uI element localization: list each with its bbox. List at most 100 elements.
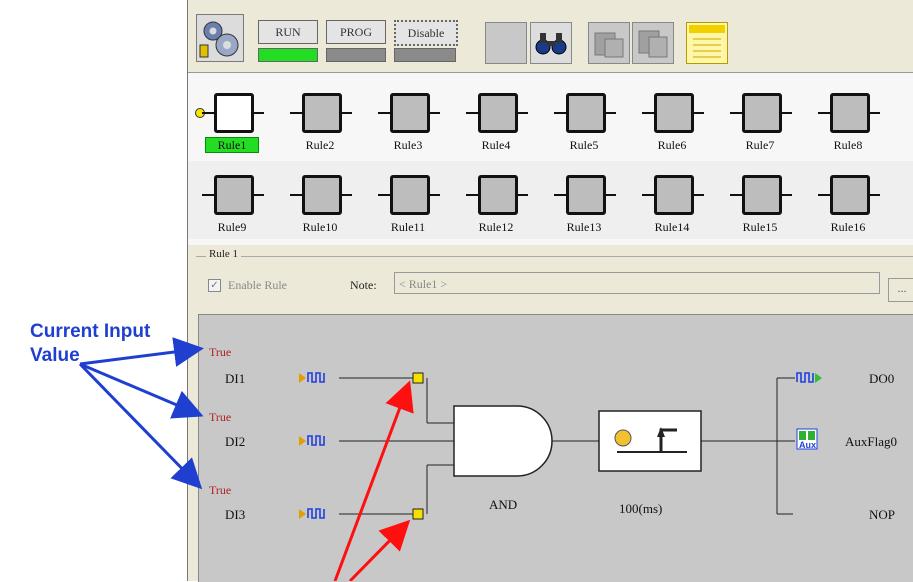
rule-label: Rule14 bbox=[654, 220, 690, 234]
rule-input-line bbox=[554, 112, 566, 114]
rule-box-icon bbox=[830, 93, 870, 133]
rule-box-icon bbox=[390, 175, 430, 215]
rule-input-line bbox=[642, 112, 654, 114]
notepad-icon[interactable] bbox=[686, 22, 728, 64]
rule-tile[interactable]: Rule8 bbox=[804, 81, 892, 159]
binoculars-icon[interactable] bbox=[530, 22, 572, 64]
run-button[interactable]: RUN bbox=[258, 20, 318, 44]
rule-label: Rule5 bbox=[569, 138, 599, 152]
rule-tile[interactable]: Rule4 bbox=[452, 81, 540, 159]
rule-output-line bbox=[868, 194, 880, 196]
input-name-di1: DI1 bbox=[225, 371, 246, 386]
rule-tile[interactable]: Rule13 bbox=[540, 163, 628, 241]
rule-box-icon bbox=[214, 175, 254, 215]
disable-button[interactable]: Disable bbox=[394, 20, 458, 46]
rule-output-line bbox=[604, 194, 616, 196]
rule-label: Rule3 bbox=[393, 138, 423, 152]
rule-box-icon bbox=[742, 175, 782, 215]
rule-label: Rule4 bbox=[481, 138, 511, 152]
rule-output-line bbox=[604, 112, 616, 114]
rule-box-icon bbox=[742, 93, 782, 133]
rule-input-line bbox=[730, 112, 742, 114]
blank-square-icon[interactable] bbox=[485, 22, 527, 64]
output-nop: NOP bbox=[869, 507, 896, 522]
input-value-di1: True bbox=[209, 345, 232, 359]
rule-tile[interactable]: Rule9 bbox=[188, 163, 276, 241]
rule-box-icon bbox=[566, 175, 606, 215]
rule-tile[interactable]: Rule10 bbox=[276, 163, 364, 241]
rule-box-icon bbox=[566, 93, 606, 133]
enable-rule-checkbox[interactable]: ✓ bbox=[208, 279, 221, 292]
rule-input-line bbox=[466, 112, 478, 114]
rule-output-line bbox=[780, 112, 792, 114]
rule-tile[interactable]: Rule11 bbox=[364, 163, 452, 241]
rule-output-line bbox=[516, 112, 528, 114]
rule-tile[interactable]: Rule12 bbox=[452, 163, 540, 241]
rule-tile[interactable]: Rule7 bbox=[716, 81, 804, 159]
aux-icon-text: Aux bbox=[799, 440, 817, 450]
settings-gear-icon[interactable] bbox=[196, 14, 244, 62]
group-title: Rule 1 bbox=[206, 248, 242, 260]
rule-box-icon bbox=[302, 175, 342, 215]
rule-output-line bbox=[340, 112, 352, 114]
rule-tile[interactable]: Rule1 bbox=[188, 81, 276, 159]
note-input[interactable]: < Rule1 > bbox=[394, 272, 880, 294]
rule-input-line bbox=[378, 112, 390, 114]
rule-box-icon bbox=[654, 93, 694, 133]
rule-tile[interactable]: Rule2 bbox=[276, 81, 364, 159]
rule-output-line bbox=[252, 194, 264, 196]
rule-input-line bbox=[642, 194, 654, 196]
rule-box-icon bbox=[478, 93, 518, 133]
rule-label: Rule12 bbox=[478, 220, 514, 234]
timer-label: 100(ms) bbox=[619, 501, 663, 516]
enable-rule-label: Enable Rule bbox=[228, 278, 287, 292]
rules-grid: Rule1 Rule2 Rule3 Rule4 Rule5 Rule6 Rule… bbox=[188, 73, 913, 245]
disable-status-bar bbox=[394, 48, 456, 62]
run-status-bar bbox=[258, 48, 318, 62]
rule-label: Rule13 bbox=[566, 220, 602, 234]
rule-label: Rule9 bbox=[217, 220, 247, 234]
rule-tile[interactable]: Rule3 bbox=[364, 81, 452, 159]
download-icon[interactable] bbox=[588, 22, 630, 64]
rule-output-line bbox=[516, 194, 528, 196]
rule-label: Rule7 bbox=[745, 138, 775, 152]
input-value-di3: True bbox=[209, 483, 232, 497]
rule-box-icon bbox=[390, 93, 430, 133]
rule-tile[interactable]: Rule14 bbox=[628, 163, 716, 241]
rule-label: Rule2 bbox=[305, 138, 335, 152]
rule-output-line bbox=[692, 112, 704, 114]
logic-diagram-canvas: True DI1 True DI2 True DI3 AND 100(ms) A… bbox=[198, 314, 913, 582]
rule-input-line bbox=[466, 194, 478, 196]
rule-tile[interactable]: Rule15 bbox=[716, 163, 804, 241]
prog-button[interactable]: PROG bbox=[326, 20, 386, 44]
rule-tile[interactable]: Rule5 bbox=[540, 81, 628, 159]
rule-label: Rule16 bbox=[830, 220, 866, 234]
rule-input-line bbox=[202, 194, 214, 196]
rule-label: Rule1 bbox=[188, 137, 276, 153]
rule-tile[interactable]: Rule6 bbox=[628, 81, 716, 159]
annotation-line1: Current Input bbox=[30, 321, 151, 342]
upload-icon[interactable] bbox=[632, 22, 674, 64]
group-border bbox=[196, 256, 913, 257]
note-label: Note: bbox=[350, 278, 377, 292]
rule-label: Rule11 bbox=[390, 220, 426, 234]
rule-box-icon bbox=[830, 175, 870, 215]
rule-input-line bbox=[378, 194, 390, 196]
rule-tile[interactable]: Rule16 bbox=[804, 163, 892, 241]
rule-editor-panel: RUN PROG Disable Rule1 Rule2 Rule3 Rule4… bbox=[187, 0, 913, 582]
rule-box-icon bbox=[478, 175, 518, 215]
rule-label: Rule6 bbox=[657, 138, 687, 152]
output-do0: DO0 bbox=[869, 371, 895, 386]
rule-output-line bbox=[428, 194, 440, 196]
browse-button[interactable]: ... bbox=[888, 278, 913, 302]
rule-box-icon bbox=[302, 93, 342, 133]
rule-input-line bbox=[730, 194, 742, 196]
input-name-di3: DI3 bbox=[225, 507, 246, 522]
rule-box-icon bbox=[214, 93, 254, 133]
rule-input-line bbox=[818, 112, 830, 114]
rule-input-line bbox=[818, 194, 830, 196]
rule-input-line bbox=[290, 194, 302, 196]
rule-input-line bbox=[202, 112, 214, 114]
rule-output-line bbox=[340, 194, 352, 196]
prog-status-bar bbox=[326, 48, 386, 62]
